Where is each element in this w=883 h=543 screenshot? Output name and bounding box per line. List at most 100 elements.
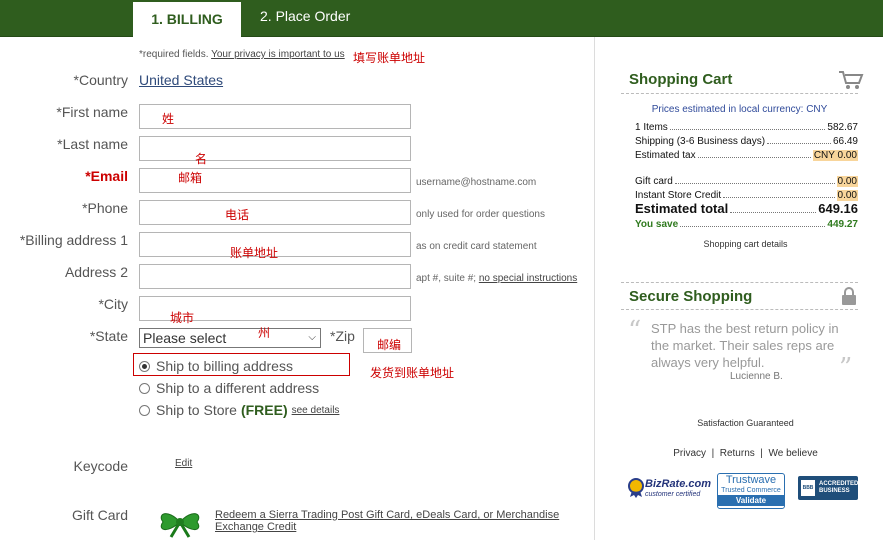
bizrate-medal-icon [628,478,644,498]
billing-address-1-hint: as on credit card statement [416,241,537,252]
annotation-phone: 电话 [225,208,250,222]
first-name-label: *First name [56,104,128,120]
trustwave-badge[interactable]: Trustwave Trusted Commerce Validate [717,473,785,509]
cart-row-store-credit: Instant Store Credit 0.00 [635,190,858,201]
testimonial-author: Lucienne B. [730,371,783,382]
country-link[interactable]: United States [139,72,223,88]
annotation-email: 邮箱 [178,171,203,185]
annotation-ship-billing: 发货到账单地址 [370,366,455,380]
bizrate-badge[interactable]: BizRate.com customer certified [628,477,712,501]
cart-row-shipping: Shipping (3-6 Business days) 66.49 [635,136,858,147]
gift-bow-icon [155,506,205,538]
annotation-first-name: 姓 [162,112,175,126]
phone-label: *Phone [82,200,128,216]
state-select[interactable]: Please select ⌵ [139,328,321,348]
lock-icon [841,286,857,306]
special-instructions-link[interactable]: no special instructions [479,273,577,284]
ship-to-store-option[interactable]: Ship to Store (FREE) see details [139,402,339,418]
tax-label: Estimated tax [635,150,696,161]
email-label: *Email [85,168,128,184]
currency-note: Prices estimated in local currency: CNY [651,104,828,115]
total-value: 649.16 [818,201,858,216]
radio-icon[interactable] [139,382,150,394]
cart-icon[interactable] [838,70,864,90]
required-note-line: *required fields. Your privacy is import… [139,49,345,60]
satisfaction-guaranteed: Satisfaction Guaranteed [697,418,794,428]
savings-value: 449.27 [827,219,858,230]
cart-giftcard-label: Gift card [635,176,673,187]
trustwave-name: Trustwave [725,474,777,486]
zip-label: *Zip [330,328,355,344]
shipping-label: Shipping (3-6 Business days) [635,136,766,147]
items-value: 582.67 [827,122,858,133]
testimonial-quote: STP has the best return policy in the ma… [651,321,839,370]
savings-label: You save [635,219,679,230]
tab-billing[interactable]: 1. BILLING [133,2,241,37]
returns-footer-link[interactable]: Returns [720,448,755,459]
privacy-link[interactable]: Your privacy is important to us [211,49,345,60]
bbb-badge[interactable]: BBB ACCREDITED BUSINESS [798,476,858,500]
quote-open-icon: “ [628,316,642,346]
ship-to-billing-option[interactable]: Ship to billing address [139,358,293,374]
total-label: Estimated total [635,201,729,216]
see-details-link[interactable]: see details [292,405,340,416]
items-label: 1 Items [635,122,668,133]
city-label: *City [98,296,128,312]
annotation-zip: 邮编 [377,338,402,352]
phone-field[interactable] [139,200,411,225]
we-believe-footer-link[interactable]: We believe [768,448,817,459]
secure-shopping-title: Secure Shopping [629,288,753,305]
bizrate-sub: customer certified [645,491,701,498]
phone-hint: only used for order questions [416,209,545,220]
gift-card-redeem-link[interactable]: Redeem a Sierra Trading Post Gift Card, … [215,509,585,533]
cart-giftcard-value: 0.00 [836,176,858,187]
cart-details-link[interactable]: Shopping cart details [621,239,870,249]
ship-to-store-free: (FREE) [240,402,288,418]
country-label: *Country [73,72,128,88]
ship-to-different-label: Ship to a different address [156,380,320,396]
annotation-state: 州 [258,326,271,340]
trustwave-validate: Validate [718,495,784,506]
first-name-field[interactable] [139,104,411,129]
trustwave-sub: Trusted Commerce [721,487,781,494]
ship-to-different-option[interactable]: Ship to a different address [139,380,319,396]
address-2-field[interactable] [139,264,411,289]
annotation-billing-address: 填写账单地址 [353,51,426,65]
ship-to-billing-label: Ship to billing address [156,358,293,374]
bbb-text-2: BUSINESS [819,488,850,494]
radio-icon[interactable] [139,404,150,416]
annotation-city: 城市 [170,311,195,325]
required-note: *required fields. [139,49,209,60]
address-2-hint-line: apt #, suite #; no special instructions [416,273,577,284]
cart-row-items: 1 Items 582.67 [635,122,858,133]
cart-row-savings: You save 449.27 [635,219,858,230]
last-name-field[interactable] [139,136,411,161]
column-divider [594,37,595,540]
privacy-footer-link[interactable]: Privacy [673,448,706,459]
keycode-edit-link[interactable]: Edit [175,458,192,469]
address-2-label: Address 2 [64,264,128,280]
cart-title-rule [621,93,858,94]
gift-card-label: Gift Card [71,507,128,523]
ship-to-store-label: Ship to Store [156,402,237,418]
billing-address-1-label: *Billing address 1 [19,232,128,248]
bizrate-name: BizRate.com [645,478,712,490]
cart-row-tax: Estimated tax CNY 0.00 [635,150,858,161]
quote-close-icon: ” [839,353,853,383]
store-credit-label: Instant Store Credit [635,190,722,201]
tab-place-order[interactable]: 2. Place Order [260,8,350,24]
secure-title-rule [621,309,858,310]
shipping-value: 66.49 [832,136,858,147]
cart-bottom-rule [621,282,858,283]
state-label: *State [89,328,128,344]
last-name-label: *Last name [57,136,128,152]
annotation-last-name: 名 [195,152,208,166]
radio-selected-icon[interactable] [139,360,150,372]
keycode-label: Keycode [73,458,128,474]
address-2-hint: apt #, suite #; [416,273,477,284]
state-select-value: Please select [143,330,227,346]
annotation-billing-address-1: 账单地址 [230,246,279,260]
chevron-down-icon: ⌵ [308,332,316,343]
bbb-logo-icon: BBB [801,480,815,496]
footer-links: Privacy | Returns | We believe [673,448,818,459]
